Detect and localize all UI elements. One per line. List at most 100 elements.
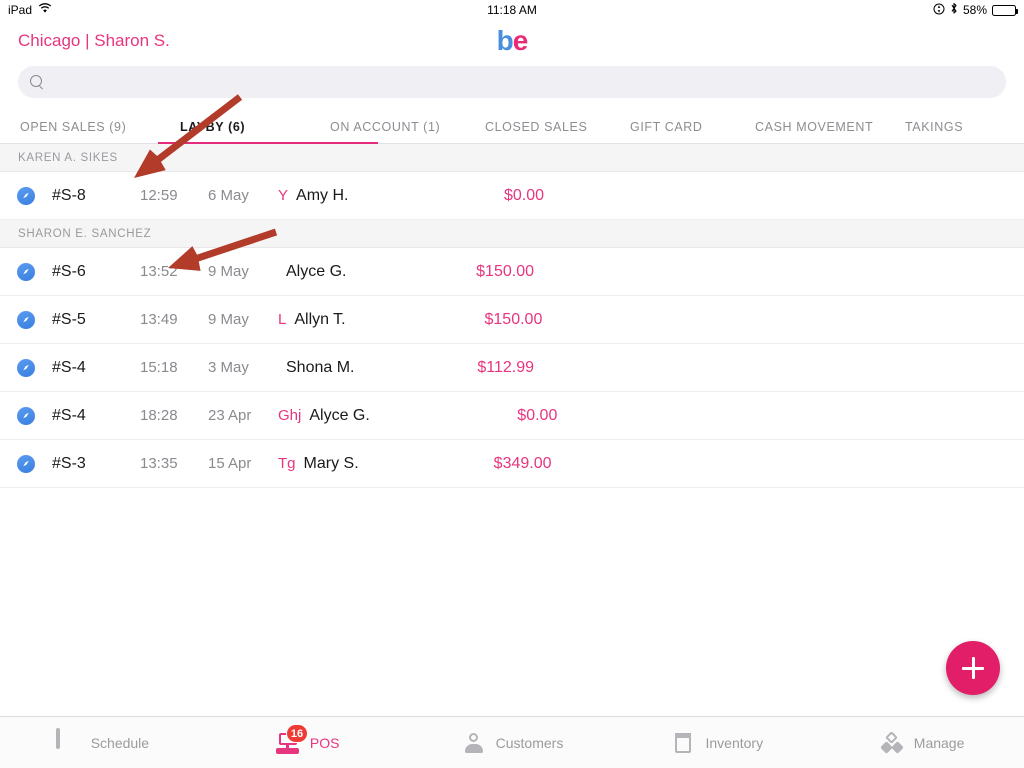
ios-status-bar: iPad 11:18 AM 58% [0, 0, 1024, 20]
logo-letter-e: e [512, 25, 529, 56]
sale-id: #S-8 [52, 186, 86, 204]
sales-tab-bar[interactable]: OPEN SALES (9) LAYBY (6) ON ACCOUNT (1) CLO… [0, 108, 1024, 144]
sale-date: 9 May [208, 263, 249, 280]
add-new-sale-fab[interactable] [946, 641, 1000, 695]
tab-takings[interactable]: TAKINGS [905, 120, 1005, 143]
bluetooth-icon [950, 2, 958, 18]
status-bar-clock: 11:18 AM [487, 3, 537, 17]
nav-arrow-icon[interactable] [17, 310, 35, 329]
sale-time: 15:18 [140, 359, 178, 376]
nav-arrow-icon[interactable] [17, 406, 35, 425]
sale-note: Y [278, 187, 289, 204]
sale-amount: $112.99 [477, 358, 534, 376]
sale-date: 6 May [208, 187, 249, 204]
staff-name: Alyce G. [309, 406, 370, 424]
nav-arrow-icon[interactable] [17, 358, 35, 377]
sale-id: #S-4 [52, 406, 86, 424]
sale-time: 13:49 [140, 311, 178, 328]
tab-open-sales-9[interactable]: OPEN SALES (9) [20, 120, 180, 143]
tab-on-account-1[interactable]: ON ACCOUNT (1) [330, 120, 485, 143]
sale-time: 18:28 [140, 407, 178, 424]
tabbar-label: Manage [913, 734, 965, 751]
search-icon [30, 75, 44, 89]
tabbar-label: Inventory [705, 734, 764, 751]
tabbar-item-schedule[interactable]: Schedule [0, 717, 205, 768]
nav-arrow-icon[interactable] [17, 454, 35, 473]
staff-name: Shona M. [286, 358, 355, 376]
row-icon-cell[interactable] [0, 186, 52, 205]
sale-amount: $349.00 [493, 454, 552, 472]
tabbar-item-pos[interactable]: 16 POS [205, 717, 410, 768]
sale-amount: $0.00 [503, 186, 545, 204]
staff-name: Mary S. [303, 454, 359, 472]
pos-badge-count: 16 [285, 723, 309, 743]
sale-date: 9 May [208, 311, 249, 328]
logo-letter-b: b [496, 25, 514, 56]
row-icon-cell[interactable] [0, 262, 52, 281]
search-input[interactable] [52, 74, 994, 90]
sale-time: 13:52 [140, 263, 178, 280]
tab-layby-6[interactable]: LAYBY (6) [158, 120, 378, 144]
tabbar-label: Schedule [90, 734, 150, 751]
row-icon-cell[interactable] [0, 406, 52, 425]
device-name: iPad [8, 3, 33, 17]
staff-name: Allyn T. [294, 310, 346, 328]
sale-amount: $0.00 [517, 406, 558, 424]
tabbar-item-manage[interactable]: Manage [819, 717, 1024, 768]
sale-id: #S-6 [52, 262, 86, 280]
person-icon [461, 730, 487, 756]
table-row[interactable]: #S-4 18:28 23 Apr Ghj Alyce G. $0.00 [0, 392, 1024, 440]
tab-closed-sales[interactable]: CLOSED SALES [485, 120, 630, 143]
sale-note: Tg [278, 455, 296, 472]
tabbar-label: POS [309, 734, 340, 751]
section-header: SHARON E. SANCHEZ [0, 220, 1024, 248]
status-bar-right: 58% [933, 2, 1018, 18]
table-row[interactable]: #S-5 13:49 9 May L Allyn T. $150.00 [0, 296, 1024, 344]
wifi-icon [38, 3, 52, 17]
sale-time: 12:59 [140, 187, 178, 204]
row-icon-cell[interactable] [0, 358, 52, 377]
box-icon [670, 730, 696, 756]
section-header: KAREN A. SIKES [0, 144, 1024, 172]
row-icon-cell[interactable] [0, 454, 52, 473]
tabbar-item-inventory[interactable]: Inventory [614, 717, 819, 768]
plus-icon [962, 657, 984, 679]
sale-amount: $150.00 [484, 310, 543, 328]
sale-note: Ghj [278, 407, 302, 424]
battery-icon [992, 4, 1018, 16]
table-row[interactable]: #S-8 12:59 6 May Y Amy H. $0.00 [0, 172, 1024, 220]
search-bar-container [0, 62, 1024, 108]
nav-arrow-icon[interactable] [17, 262, 35, 281]
status-bar-left: iPad [8, 3, 52, 17]
store-and-user-label[interactable]: Chicago | Sharon S. [18, 31, 170, 51]
staff-name: Amy H. [296, 186, 349, 204]
bottom-tab-bar[interactable]: Schedule 16 POS Customers Inventory Manage [0, 716, 1024, 768]
tab-cash-movement[interactable]: CASH MOVEMENT [755, 120, 905, 143]
location-arrow-icon [933, 3, 945, 18]
sale-id: #S-5 [52, 310, 86, 328]
sale-id: #S-4 [52, 358, 86, 376]
search-box[interactable] [18, 66, 1006, 98]
table-row[interactable]: #S-3 13:35 15 Apr Tg Mary S. $349.00 [0, 440, 1024, 488]
tabbar-item-customers[interactable]: Customers [410, 717, 615, 768]
calendar-icon [55, 727, 82, 756]
sale-time: 13:35 [140, 455, 178, 472]
table-row[interactable]: #S-4 15:18 3 May Shona M. $112.99 [0, 344, 1024, 392]
sale-date: 23 Apr [208, 407, 252, 424]
nodes-icon [879, 730, 905, 756]
nav-arrow-icon[interactable] [17, 186, 35, 205]
tabbar-label: Customers [495, 734, 564, 751]
sale-id: #S-3 [52, 454, 86, 472]
sale-amount: $150.00 [476, 262, 534, 280]
app-header: Chicago | Sharon S. be [0, 20, 1024, 62]
layby-sales-list: KAREN A. SIKES #S-8 12:59 6 May Y Amy H. $0.00… [0, 144, 1024, 488]
sale-note: L [278, 311, 287, 328]
pos-monitor-icon: 16 [275, 723, 309, 756]
table-row[interactable]: #S-6 13:52 9 May Alyce G. $150.00 [0, 248, 1024, 296]
sale-date: 15 Apr [208, 455, 252, 472]
staff-name: Alyce G. [286, 262, 347, 280]
tab-gift-card[interactable]: GIFT CARD [630, 120, 755, 143]
row-icon-cell[interactable] [0, 310, 52, 329]
battery-percent-label: 58% [962, 3, 987, 17]
sale-date: 3 May [208, 359, 249, 376]
